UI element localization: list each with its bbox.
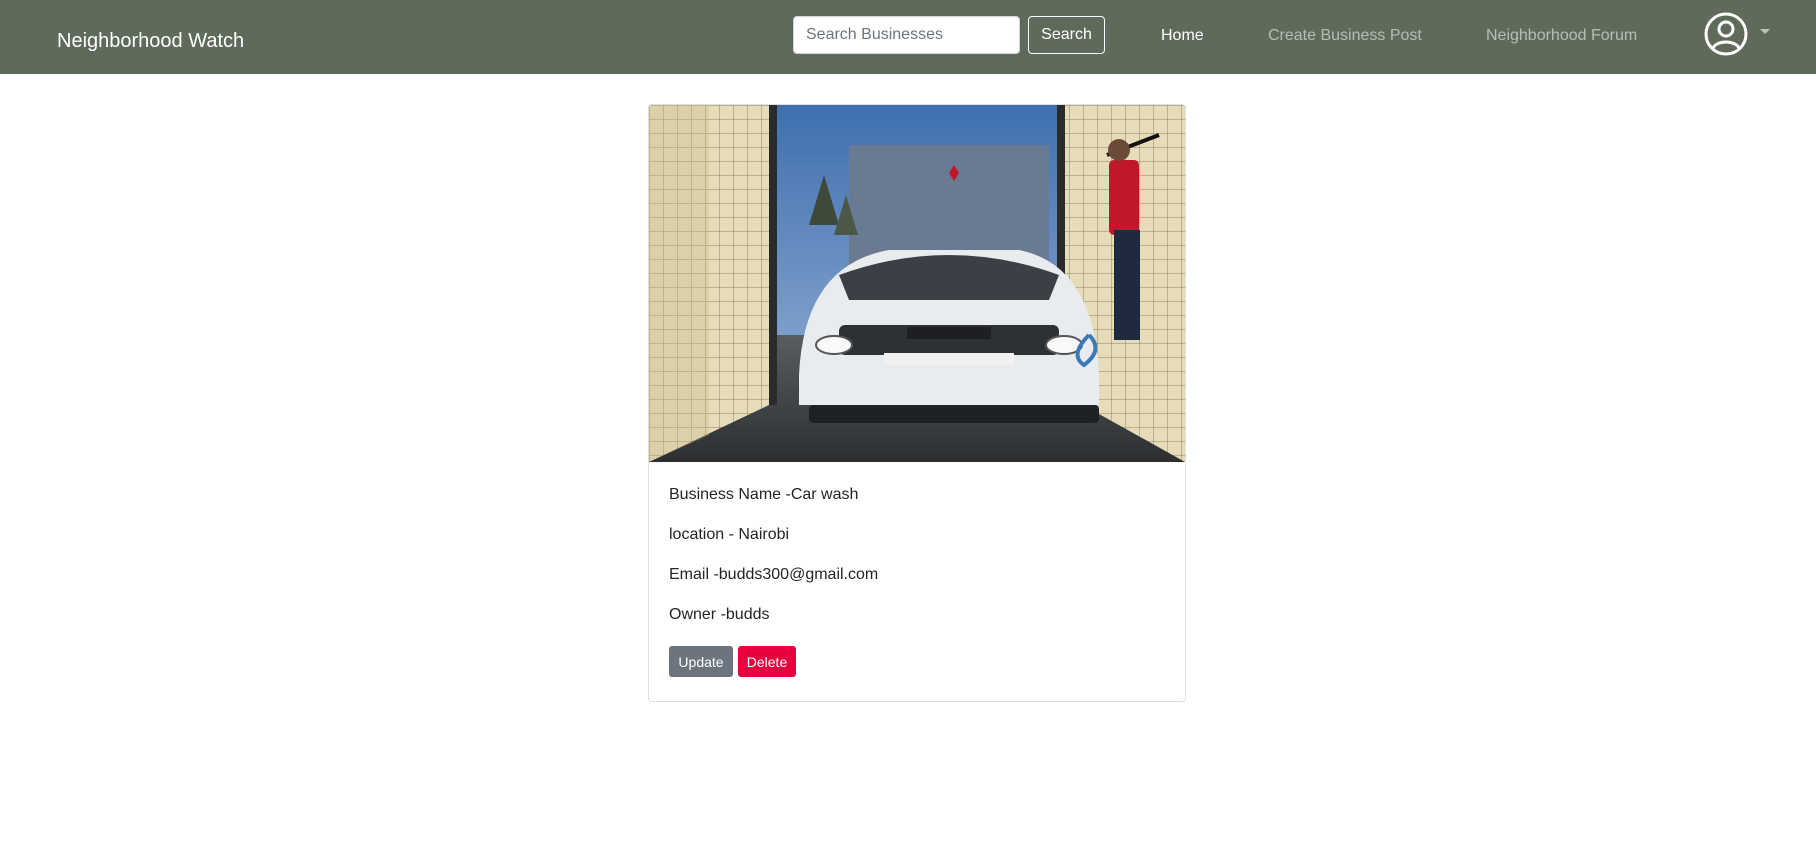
nav-forum-link[interactable]: Neighborhood Forum: [1486, 26, 1637, 46]
chevron-down-icon: [1760, 29, 1770, 34]
business-image: [649, 105, 1185, 462]
search-input[interactable]: [793, 16, 1020, 54]
user-menu-dropdown[interactable]: [1703, 11, 1773, 57]
update-button[interactable]: Update: [669, 646, 733, 677]
delete-button[interactable]: Delete: [738, 646, 796, 677]
business-owner: Owner -budds: [669, 606, 770, 623]
nav-home-link[interactable]: Home: [1161, 26, 1204, 46]
user-circle-icon: [1704, 12, 1748, 56]
search-button[interactable]: Search: [1028, 16, 1105, 54]
business-location: location - Nairobi: [669, 526, 790, 543]
business-card: Business Name -Car wash location - Nairo…: [648, 104, 1186, 702]
business-name: Business Name -Car wash: [669, 486, 859, 503]
brand-logo[interactable]: Neighborhood Watch: [57, 28, 244, 54]
nav-create-business-link[interactable]: Create Business Post: [1268, 26, 1422, 46]
navbar: Neighborhood Watch Search Home Create Bu…: [0, 0, 1816, 74]
business-email: Email -budds300@gmail.com: [669, 566, 879, 583]
